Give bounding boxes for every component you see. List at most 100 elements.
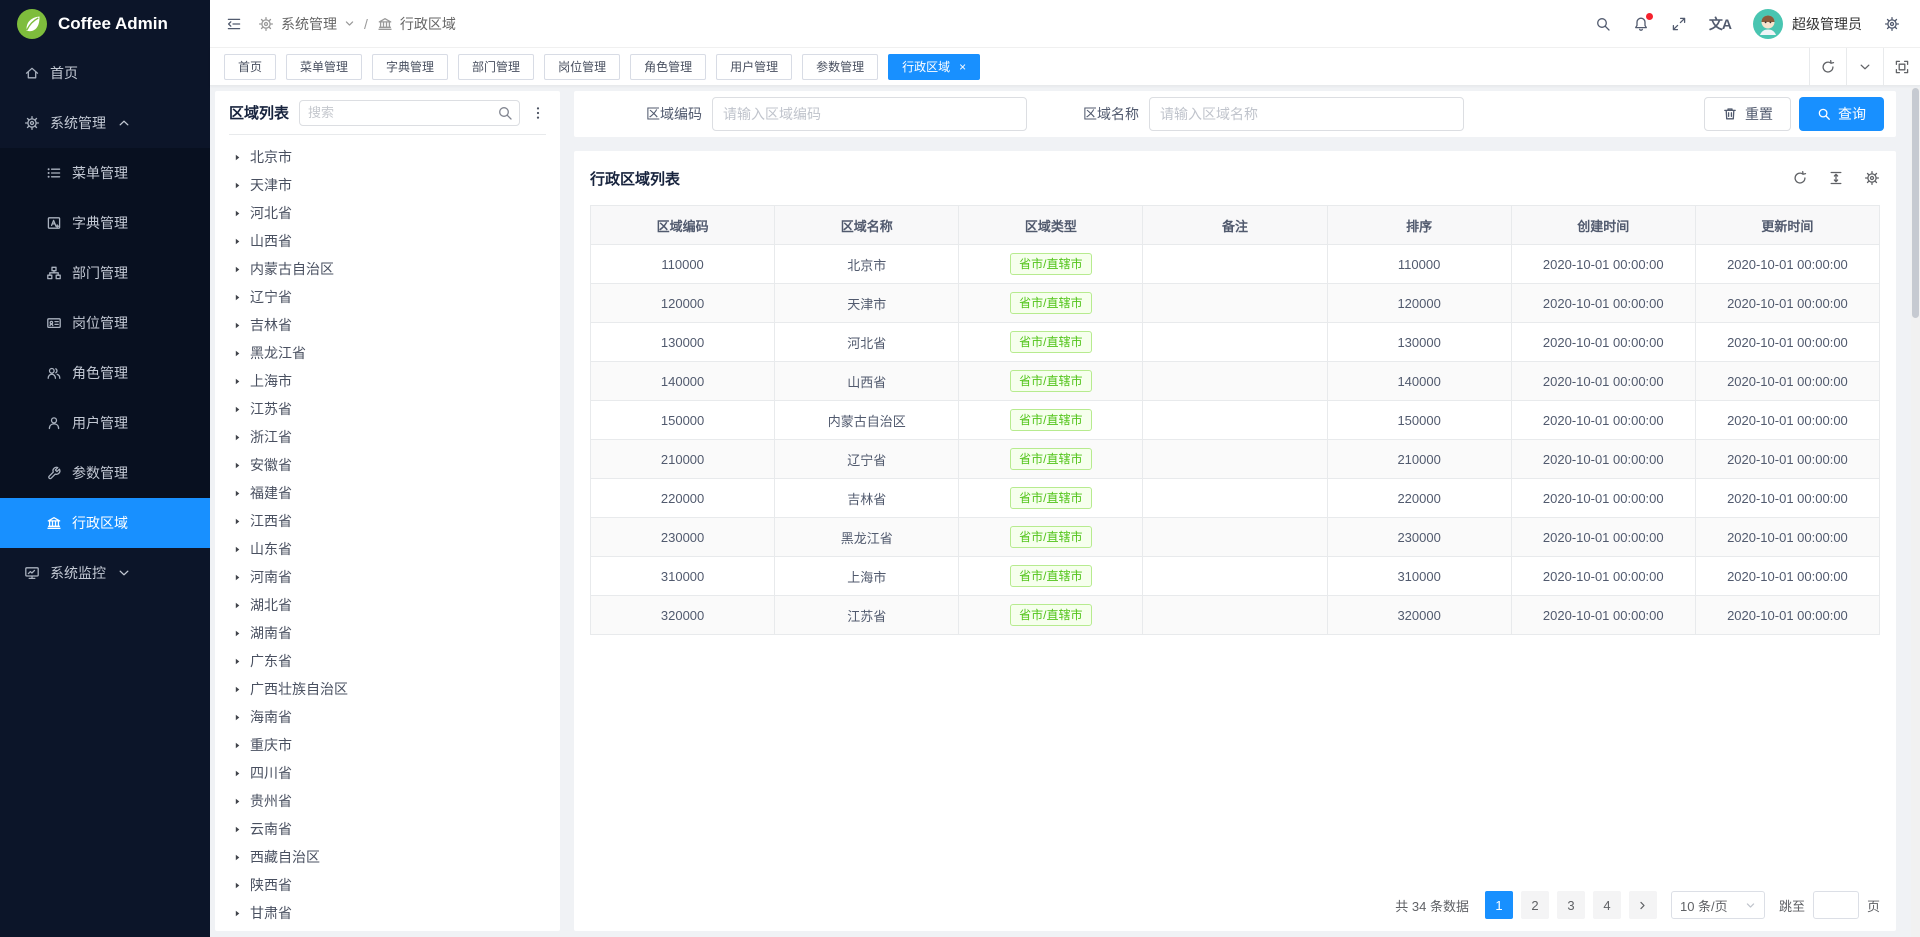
table-row[interactable]: 150000 内蒙古自治区 省市/直辖市 150000 2020-10-01 0…	[591, 401, 1880, 440]
caret-right-icon[interactable]	[233, 713, 242, 722]
sidebar-item-param-management[interactable]: 参数管理	[0, 448, 210, 498]
tree-item[interactable]: 西藏自治区	[229, 843, 546, 871]
sidebar-item-post-management[interactable]: 岗位管理	[0, 298, 210, 348]
sidebar-item-user-management[interactable]: 用户管理	[0, 398, 210, 448]
tab-region[interactable]: 行政区域×	[888, 54, 980, 80]
tree-item[interactable]: 辽宁省	[229, 283, 546, 311]
column-header[interactable]: 备注	[1143, 206, 1327, 245]
caret-right-icon[interactable]	[233, 433, 242, 442]
caret-right-icon[interactable]	[233, 209, 242, 218]
tree-item[interactable]: 云南省	[229, 815, 546, 843]
column-header[interactable]: 区域名称	[775, 206, 959, 245]
caret-right-icon[interactable]	[233, 573, 242, 582]
page-button-3[interactable]: 3	[1557, 891, 1585, 919]
caret-right-icon[interactable]	[233, 153, 242, 162]
caret-right-icon[interactable]	[233, 853, 242, 862]
tab-role-management[interactable]: 角色管理	[630, 54, 706, 80]
caret-right-icon[interactable]	[233, 321, 242, 330]
sidebar-item-region[interactable]: 行政区域	[0, 498, 210, 548]
table-row[interactable]: 210000 辽宁省 省市/直辖市 210000 2020-10-01 00:0…	[591, 440, 1880, 479]
sidebar-item-system-monitor[interactable]: 系统监控	[0, 548, 210, 598]
tree-item[interactable]: 山东省	[229, 535, 546, 563]
page-jump-input[interactable]	[1813, 891, 1859, 919]
caret-right-icon[interactable]	[233, 181, 242, 190]
fullscreen-icon[interactable]	[1671, 16, 1687, 32]
caret-right-icon[interactable]	[233, 461, 242, 470]
next-page-button[interactable]	[1629, 891, 1657, 919]
tree-item[interactable]: 北京市	[229, 143, 546, 171]
column-height-icon[interactable]	[1828, 170, 1844, 186]
tree-item[interactable]: 青海省	[229, 927, 546, 931]
reset-button[interactable]: 重置	[1704, 97, 1791, 131]
table-row[interactable]: 310000 上海市 省市/直辖市 310000 2020-10-01 00:0…	[591, 557, 1880, 596]
tabs-chevron-down-icon[interactable]	[1846, 48, 1883, 85]
caret-right-icon[interactable]	[233, 741, 242, 750]
search-button[interactable]: 查询	[1799, 97, 1884, 131]
tree-item[interactable]: 内蒙古自治区	[229, 255, 546, 283]
tree-item[interactable]: 河北省	[229, 199, 546, 227]
name-input[interactable]	[1149, 97, 1464, 131]
table-row[interactable]: 120000 天津市 省市/直辖市 120000 2020-10-01 00:0…	[591, 284, 1880, 323]
refresh-icon[interactable]	[1792, 170, 1808, 186]
caret-right-icon[interactable]	[233, 489, 242, 498]
code-input[interactable]	[712, 97, 1027, 131]
tree-item[interactable]: 河南省	[229, 563, 546, 591]
tree-item[interactable]: 四川省	[229, 759, 546, 787]
tree-item[interactable]: 陕西省	[229, 871, 546, 899]
sidebar-item-role-management[interactable]: 角色管理	[0, 348, 210, 398]
column-header[interactable]: 创建时间	[1511, 206, 1695, 245]
tree-item[interactable]: 福建省	[229, 479, 546, 507]
column-header[interactable]: 排序	[1327, 206, 1511, 245]
page-button-2[interactable]: 2	[1521, 891, 1549, 919]
column-header[interactable]: 区域编码	[591, 206, 775, 245]
tree-item[interactable]: 甘肃省	[229, 899, 546, 927]
tree-item[interactable]: 江西省	[229, 507, 546, 535]
page-size-select[interactable]: 10 条/页	[1671, 891, 1765, 919]
table-row[interactable]: 320000 江苏省 省市/直辖市 320000 2020-10-01 00:0…	[591, 596, 1880, 635]
caret-right-icon[interactable]	[233, 657, 242, 666]
tab-user-management[interactable]: 用户管理	[716, 54, 792, 80]
caret-right-icon[interactable]	[233, 265, 242, 274]
tree-item[interactable]: 重庆市	[229, 731, 546, 759]
page-scrollbar[interactable]	[1911, 88, 1920, 937]
caret-right-icon[interactable]	[233, 601, 242, 610]
table-row[interactable]: 140000 山西省 省市/直辖市 140000 2020-10-01 00:0…	[591, 362, 1880, 401]
caret-right-icon[interactable]	[233, 293, 242, 302]
tree-item[interactable]: 山西省	[229, 227, 546, 255]
tree-item[interactable]: 江苏省	[229, 395, 546, 423]
table-row[interactable]: 130000 河北省 省市/直辖市 130000 2020-10-01 00:0…	[591, 323, 1880, 362]
caret-right-icon[interactable]	[233, 629, 242, 638]
scrollbar-thumb[interactable]	[1912, 88, 1919, 318]
caret-right-icon[interactable]	[233, 237, 242, 246]
tab-menu-management[interactable]: 菜单管理	[286, 54, 362, 80]
caret-right-icon[interactable]	[233, 825, 242, 834]
caret-right-icon[interactable]	[233, 517, 242, 526]
tree-item[interactable]: 黑龙江省	[229, 339, 546, 367]
page-button-1[interactable]: 1	[1485, 891, 1513, 919]
column-header[interactable]: 区域类型	[959, 206, 1143, 245]
sidebar-collapse-icon[interactable]	[226, 16, 242, 32]
caret-right-icon[interactable]	[233, 881, 242, 890]
tree-item[interactable]: 贵州省	[229, 787, 546, 815]
tree-item[interactable]: 吉林省	[229, 311, 546, 339]
settings-icon[interactable]	[1864, 170, 1880, 186]
tree-item[interactable]: 湖南省	[229, 619, 546, 647]
table-row[interactable]: 110000 北京市 省市/直辖市 110000 2020-10-01 00:0…	[591, 245, 1880, 284]
sidebar-item-home[interactable]: 首页	[0, 48, 210, 98]
sidebar-item-dept-management[interactable]: 部门管理	[0, 248, 210, 298]
caret-right-icon[interactable]	[233, 909, 242, 918]
table-row[interactable]: 230000 黑龙江省 省市/直辖市 230000 2020-10-01 00:…	[591, 518, 1880, 557]
table-row[interactable]: 220000 吉林省 省市/直辖市 220000 2020-10-01 00:0…	[591, 479, 1880, 518]
sidebar-item-system-management[interactable]: 系统管理	[0, 98, 210, 148]
tab-dict-management[interactable]: 字典管理	[372, 54, 448, 80]
close-icon[interactable]: ×	[959, 61, 966, 73]
translate-icon[interactable]: 文A	[1709, 14, 1731, 34]
caret-right-icon[interactable]	[233, 377, 242, 386]
tabs-content-fullscreen-icon[interactable]	[1883, 48, 1920, 85]
user-menu[interactable]: 超级管理员	[1753, 9, 1862, 39]
tree-item[interactable]: 安徽省	[229, 451, 546, 479]
bell-icon[interactable]	[1633, 16, 1649, 32]
caret-right-icon[interactable]	[233, 797, 242, 806]
tree-item[interactable]: 湖北省	[229, 591, 546, 619]
tree-item[interactable]: 天津市	[229, 171, 546, 199]
